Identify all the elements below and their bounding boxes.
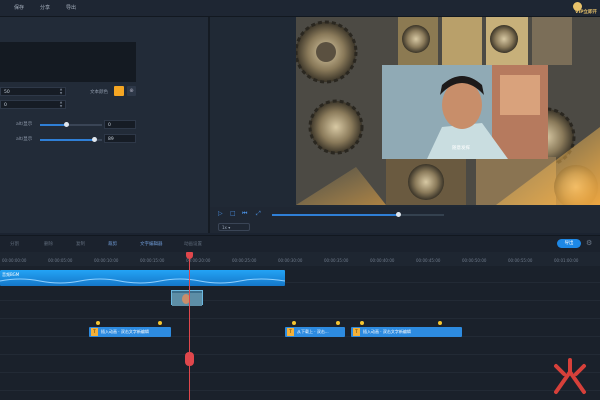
timeline-toolbar: 分割 删除 复制 裁剪 文字编辑器 动画设置 [0,235,600,253]
caption-clip-2-text: 从下载上 · 双击... [297,329,329,334]
ruler-tick-label: 00:01:00:00 [554,258,579,263]
ruler-tick-label: 00:00:00:00 [2,258,27,263]
track-empty-3 [0,356,600,373]
menu-share[interactable]: 分享 [40,4,50,11]
slider1-label: alt/显示 [16,122,33,127]
slider2-value[interactable]: 89 [104,134,136,143]
caption-clip-3-keyframe[interactable] [360,321,364,325]
playhead-marker[interactable] [186,252,193,259]
playback-bar: ▷ □ ⏮ ⤢ 1x ▾ [210,207,600,233]
text-color-label: 文本颜色 [90,90,108,95]
settings-gear-icon[interactable]: ⚙ [586,239,592,247]
caption-clip-1[interactable]: 插入动画 · 双击文字新编辑 [89,327,171,337]
caption-clip-1-keyframe-end[interactable] [158,321,162,325]
ruler-tick-label: 00:00:40:00 [370,258,395,263]
slider1-value[interactable]: 0 [104,120,136,129]
text-color-swatch[interactable] [114,86,124,96]
ruler-tick-label: 00:00:45:00 [416,258,441,263]
ruler-tick-label: 00:00:25:00 [232,258,257,263]
slider1-knob[interactable] [64,122,70,127]
caption-clip-1-keyframe[interactable] [96,321,100,325]
clip-thumbnail-image [172,293,202,306]
color-picker-icon[interactable]: ⊕ [127,86,136,96]
video-caption: 随意发挥 [452,146,470,151]
track-empty-4 [0,374,600,391]
playhead-line[interactable] [189,252,190,400]
progress-fill [272,214,398,216]
style-preview-box [0,42,136,82]
ruler-tick-label: 00:00:05:00 [48,258,73,263]
slider1-fill [40,124,67,126]
menu-save[interactable]: 保存 [14,4,24,11]
top-menu-bar: 保存 分享 导出 VIP立即开 [0,0,600,17]
caption-clip-2-keyframe[interactable] [292,321,296,325]
slider2-fill [40,139,94,141]
speed-value: 1x [222,225,227,230]
fullscreen-icon[interactable]: ⤢ [256,210,261,218]
caption-clip-3[interactable]: 插入动画 · 双击文字新编辑 [351,327,462,337]
caption-clip-2-keyframe-end[interactable] [336,321,340,325]
video-clip-thumbnail[interactable] [171,290,203,306]
tool-delete[interactable]: 删除 [44,241,53,247]
font-size-stepper[interactable]: ▲ ▼ [58,87,64,95]
watermark-logo [554,358,586,394]
caption-clip-3-keyframe-end[interactable] [438,321,442,325]
caption-clip-1-badge: T [91,328,98,336]
track-empty-2 [0,338,600,355]
caption-clip-2-badge: T [287,328,294,336]
overlay-video-clip[interactable]: 随意发挥 [382,65,548,159]
tool-crop[interactable]: 裁剪 [108,241,117,247]
video-preview[interactable]: 随意发挥 [296,17,600,205]
track-empty [0,302,600,319]
prev-frame-icon[interactable]: ⏮ [242,210,247,218]
menu-export[interactable]: 导出 [66,4,76,11]
play-icon[interactable]: ▷ [218,210,223,217]
playhead-drag-handle[interactable] [185,352,194,366]
audio-waveform [0,278,285,284]
caption-clip-1-text: 插入动画 · 双击文字新编辑 [101,329,149,334]
slider2-label: alt/显示 [16,137,33,142]
speed-select[interactable]: 1x ▾ [218,223,250,231]
stop-icon[interactable]: □ [230,210,236,217]
ruler-tick-label: 00:00:50:00 [462,258,487,263]
spacing-stepper[interactable]: ▲ ▼ [58,100,64,108]
audio-clip[interactable]: 音频BGM [0,270,285,286]
ruler-tick-label: 00:00:10:00 [94,258,119,263]
progress-knob[interactable] [395,212,401,217]
ruler-tick-label: 00:00:55:00 [508,258,533,263]
tool-copy[interactable]: 复制 [76,241,85,247]
tool-text-editor[interactable]: 文字编辑器 [140,241,163,247]
slider2-knob[interactable] [91,137,97,142]
caption-clip-3-badge: T [353,328,360,336]
track-video [0,284,600,301]
ruler-tick-label: 00:00:35:00 [324,258,349,263]
vip-link[interactable]: VIP立即开 [575,9,597,15]
export-button[interactable]: 导出 [557,239,581,248]
ruler-tick-label: 00:00:30:00 [278,258,303,263]
caption-clip-3-text: 插入动画 · 双击文字新编辑 [363,329,411,334]
tool-animation[interactable]: 动画设置 [184,241,202,247]
spacing-field[interactable]: 0 [0,100,66,109]
font-size-field[interactable]: 50 [0,87,66,96]
ruler-tick-label: 00:00:15:00 [140,258,165,263]
caption-clip-2[interactable]: 从下载上 · 双击... [285,327,345,337]
tool-split[interactable]: 分割 [10,241,19,247]
